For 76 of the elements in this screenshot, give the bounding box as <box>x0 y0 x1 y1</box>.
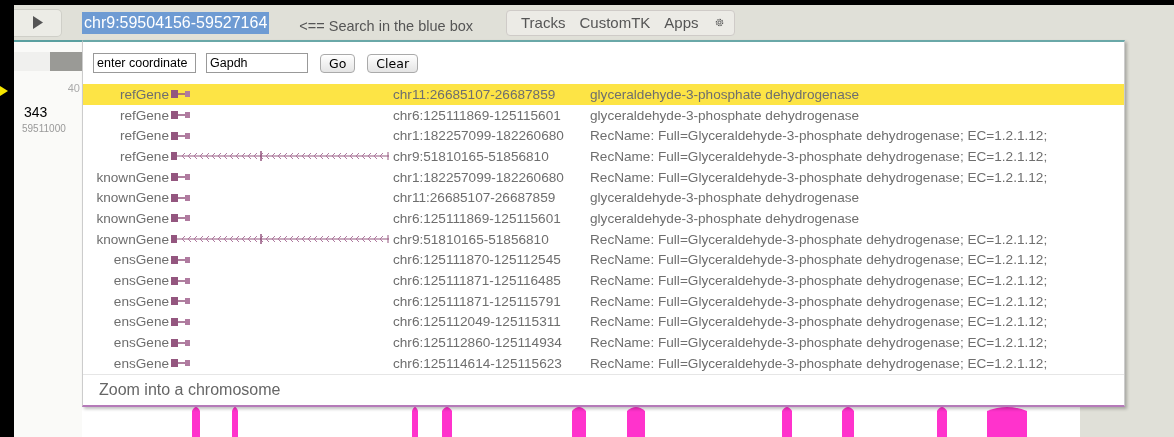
gene-source: ensGene <box>112 355 169 371</box>
ruler-label: 40 <box>67 82 80 94</box>
gene-description: RecName: Full=Glyceraldehyde-3-phosphate dehydrogenase; EC=1.2.1.12; <box>590 355 1048 371</box>
gene-description: RecName: Full=Glyceraldehyde-3-phosphate dehydrogenase; EC=1.2.1.12; <box>590 148 1048 164</box>
gene-source: refGene <box>118 128 169 144</box>
feature-label: 343 <box>24 104 48 120</box>
gene-description: RecName: Full=Glyceraldehyde-3-phosphate dehydrogenase; EC=1.2.1.12; <box>590 335 1048 351</box>
search-result-row[interactable]: ensGene chr6:125112860-125114934 RecName: Full=Glyceraldehyde-3-phosphate dehydrogenase; EC=1.2.1.12; <box>83 332 1124 353</box>
pointer-arrow-icon <box>0 86 8 96</box>
gene-source: ensGene <box>112 293 169 309</box>
search-result-row[interactable]: ensGene chr6:125112049-125115311 RecName: Full=Glyceraldehyde-3-phosphate dehydrogenase; EC=1.2.1.12; <box>83 311 1124 333</box>
clear-button[interactable]: Clear <box>367 53 419 73</box>
gene-coordinates: chr6:125112049-125115311 <box>393 314 562 330</box>
go-button[interactable]: Go <box>320 53 356 73</box>
search-result-row[interactable]: refGene chr9:51810165-51856810 RecName: Full=Glyceraldehyde-3-phosphate dehydrogenase; EC=1.2.1.12; <box>83 146 1124 167</box>
search-result-row[interactable]: ensGene chr6:125114614-125115623 RecName: Full=Glyceraldehyde-3-phosphate dehydrogenase; EC=1.2.1.12; <box>83 352 1124 374</box>
gene-description: RecName: Full=Glyceraldehyde-3-phosphate dehydrogenase; EC=1.2.1.12; <box>590 169 1048 185</box>
gene-model-icon <box>171 233 389 246</box>
gene-source: refGene <box>118 86 169 102</box>
gene-model-icon <box>171 150 389 163</box>
gene-coordinates: chr6:125111870-125112545 <box>393 252 562 268</box>
menu-item[interactable]: Tracks <box>507 14 566 31</box>
gene-source: ensGene <box>112 314 169 330</box>
search-hint: <== Search in the blue box <box>299 17 473 34</box>
zoom-hint[interactable]: Zoom into a chromosome <box>99 380 281 399</box>
gene-source: ensGene <box>112 335 169 351</box>
gene-coordinates: chr1:182257099-182260680 <box>393 169 565 185</box>
gene-coordinates: chr9:51810165-51856810 <box>393 231 550 247</box>
gene-coordinates: chr6:125114614-125115623 <box>393 355 563 371</box>
gene-coordinates: chr1:182257099-182260680 <box>393 128 565 144</box>
gene-coordinates: chr9:51810165-51856810 <box>393 148 550 164</box>
coordinate-label: 59511000 <box>22 123 66 134</box>
gene-source: ensGene <box>112 273 169 289</box>
gene-description: RecName: Full=Glyceraldehyde-3-phosphate dehydrogenase; EC=1.2.1.12; <box>590 231 1048 247</box>
gene-source: knownGene <box>95 190 169 206</box>
position-field[interactable]: chr9:59504156-59527164 <box>82 11 270 34</box>
gene-source: refGene <box>118 148 169 164</box>
gene-coordinates: chr6:125111869-125115601 <box>393 210 562 226</box>
menu-item[interactable]: CustomTK <box>565 14 651 31</box>
gene-source: ensGene <box>112 252 169 268</box>
gene-description: glyceraldehyde-3-phosphate dehydrogenase <box>590 86 860 102</box>
settings-icon[interactable] <box>714 18 724 27</box>
search-result-row[interactable]: ensGene chr6:125111870-125112545 RecName: Full=Glyceraldehyde-3-phosphate dehydrogenase; EC=1.2.1.12; <box>83 249 1124 271</box>
ideogram-band <box>50 52 82 71</box>
gene-coordinates: chr6:125111871-125115791 <box>393 293 562 309</box>
search-result-row[interactable]: ensGene chr6:125111871-125116485 RecName: Full=Glyceraldehyde-3-phosphate dehydrogenase; EC=1.2.1.12; <box>83 270 1124 291</box>
play-button[interactable] <box>14 8 62 37</box>
gene-description: glyceraldehyde-3-phosphate dehydrogenase <box>590 190 860 206</box>
search-result-row[interactable]: knownGene chr11:26685107-26687859 glyceraldehyde-3-phosphate dehydrogenase <box>83 187 1124 209</box>
gene-description: glyceraldehyde-3-phosphate dehydrogenase <box>590 210 860 226</box>
gene-description: RecName: Full=Glyceraldehyde-3-phosphate dehydrogenase; EC=1.2.1.12; <box>590 293 1048 309</box>
search-result-row[interactable]: knownGene chr1:182257099-182260680 RecName: Full=Glyceraldehyde-3-phosphate dehydrogenase; EC=1.2.1.12; <box>83 166 1124 188</box>
search-result-row[interactable]: refGene chr1:182257099-182260680 RecName: Full=Glyceraldehyde-3-phosphate dehydrogenase; EC=1.2.1.12; <box>83 125 1124 147</box>
search-result-row[interactable]: ensGene chr6:125111871-125115791 RecName: Full=Glyceraldehyde-3-phosphate dehydrogenase; EC=1.2.1.12; <box>83 290 1124 312</box>
gene-coordinates: chr6:125111871-125116485 <box>393 273 562 289</box>
gene-coordinates: chr6:125112860-125114934 <box>393 335 563 351</box>
gene-source: knownGene <box>95 231 169 247</box>
gene-description: RecName: Full=Glyceraldehyde-3-phosphate dehydrogenase; EC=1.2.1.12; <box>590 252 1048 268</box>
search-result-row[interactable]: refGene chr6:125111869-125115601 glyceraldehyde-3-phosphate dehydrogenase <box>83 104 1124 126</box>
search-result-row[interactable]: knownGene chr9:51810165-51856810 RecName: Full=Glyceraldehyde-3-phosphate dehydrogenase; EC=1.2.1.12; <box>83 228 1124 250</box>
gene-source: knownGene <box>95 169 169 185</box>
gene-description: RecName: Full=Glyceraldehyde-3-phosphate dehydrogenase; EC=1.2.1.12; <box>590 128 1048 144</box>
gene-source: knownGene <box>95 210 169 226</box>
gene-description: RecName: Full=Glyceraldehyde-3-phosphate dehydrogenase; EC=1.2.1.12; <box>590 314 1048 330</box>
coordinate-field[interactable]: enter coordinate <box>93 53 196 73</box>
gene-coordinates: chr6:125111869-125115601 <box>393 107 562 123</box>
gene-source: refGene <box>118 107 169 123</box>
gene-coordinates: chr11:26685107-26687859 <box>393 190 557 206</box>
menu-item[interactable]: Apps <box>650 14 699 31</box>
play-icon <box>32 16 43 29</box>
search-result-row[interactable]: knownGene chr6:125111869-125115601 glyceraldehyde-3-phosphate dehydrogenase <box>83 208 1124 229</box>
search-result-row[interactable]: refGene chr11:26685107-26687859 glyceraldehyde-3-phosphate dehydrogenase <box>83 84 1124 105</box>
gene-description: glyceraldehyde-3-phosphate dehydrogenase <box>590 107 860 123</box>
gene-coordinates: chr11:26685107-26687859 <box>393 86 557 102</box>
search-field[interactable]: Gapdh <box>206 53 308 73</box>
gene-description: RecName: Full=Glyceraldehyde-3-phosphate dehydrogenase; EC=1.2.1.12; <box>590 273 1048 289</box>
